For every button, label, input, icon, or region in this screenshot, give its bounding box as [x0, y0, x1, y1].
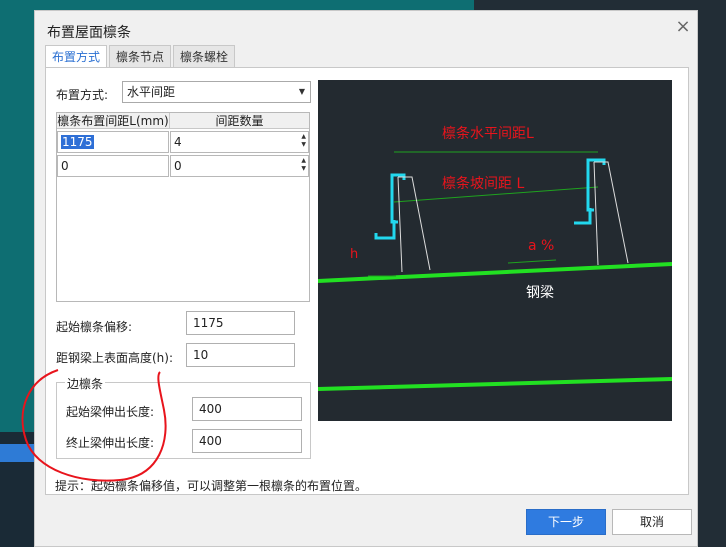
- spacing-table: 檩条布置间距L(mm) 间距数量 1175 4 ▲ ▼ 0 0 ▲ ▼: [56, 112, 310, 302]
- count-cell[interactable]: 4 ▲ ▼: [170, 131, 309, 153]
- edge-purlin-group: 边檩条 起始梁伸出长度: 400 终止梁伸出长度: 400: [56, 375, 311, 459]
- layout-mode-value: 水平间距: [127, 85, 176, 99]
- slope-indicator-line: [507, 259, 557, 264]
- start-extension-label: 起始梁伸出长度:: [66, 405, 155, 419]
- tab-panel: 布置方式: 水平间距 ▼ 檩条布置间距L(mm) 间距数量 1175 4 ▲ ▼ …: [45, 67, 689, 495]
- start-extension-input[interactable]: 400: [192, 397, 302, 421]
- next-button[interactable]: 下一步: [526, 509, 606, 535]
- edge-purlin-title: 边檩条: [65, 375, 106, 392]
- right-purlin-support: [593, 161, 629, 266]
- beam-label: 钢梁: [526, 285, 554, 301]
- tab-purlin-node[interactable]: 檩条节点: [109, 45, 171, 67]
- end-extension-input[interactable]: 400: [192, 429, 302, 453]
- slope-percent-label: a %: [528, 238, 554, 254]
- height-label: 距钢梁上表面高度(h):: [56, 351, 174, 365]
- layout-mode-label: 布置方式:: [56, 88, 109, 102]
- purlin-diagram: 檩条水平间距L 檩条坡间距 L h a % 钢梁: [318, 80, 672, 421]
- spacing-cell[interactable]: 1175: [57, 131, 169, 153]
- hint-text: 提示：起始檩条偏移值，可以调整第一根檩条的布置位置。: [55, 479, 368, 493]
- spacing-cell[interactable]: 0: [57, 155, 169, 177]
- end-extension-label: 终止梁伸出长度:: [66, 436, 155, 450]
- beam-bottom-line: [318, 377, 672, 391]
- left-purlin-shape: [374, 173, 398, 240]
- layout-roof-purlin-dialog: 布置屋面檩条 × 布置方式 檩条节点 檩条螺栓 布置方式: 水平间距 ▼ 檩条布…: [34, 10, 698, 547]
- stepper-arrows-icon[interactable]: ▲ ▼: [301, 133, 306, 149]
- close-icon[interactable]: ×: [675, 18, 691, 36]
- layout-mode-select[interactable]: 水平间距 ▼: [122, 81, 311, 103]
- column-header-spacing: 檩条布置间距L(mm): [57, 113, 170, 129]
- chevron-down-icon: ▼: [298, 87, 305, 96]
- height-symbol-label: h: [350, 247, 358, 262]
- horizontal-spacing-label: 檩条水平间距L: [442, 125, 534, 142]
- start-offset-label: 起始檩条偏移:: [56, 320, 133, 334]
- right-purlin-shape: [574, 158, 594, 225]
- tab-purlin-bolt[interactable]: 檩条螺栓: [173, 45, 235, 67]
- column-header-count: 间距数量: [170, 113, 309, 129]
- dialog-title: 布置屋面檩条: [47, 25, 131, 41]
- beam-top-line: [318, 262, 672, 283]
- count-cell[interactable]: 0 ▲ ▼: [170, 155, 309, 177]
- start-offset-input[interactable]: 1175: [186, 311, 295, 335]
- cancel-button[interactable]: 取消: [612, 509, 692, 535]
- background-selected-row: [0, 444, 34, 462]
- slope-spacing-label: 檩条坡间距 L: [442, 175, 524, 192]
- stepper-arrows-icon[interactable]: ▲ ▼: [301, 157, 306, 173]
- left-purlin-support: [397, 176, 431, 273]
- tab-layout-mode[interactable]: 布置方式: [45, 45, 107, 68]
- height-input[interactable]: 10: [186, 343, 295, 367]
